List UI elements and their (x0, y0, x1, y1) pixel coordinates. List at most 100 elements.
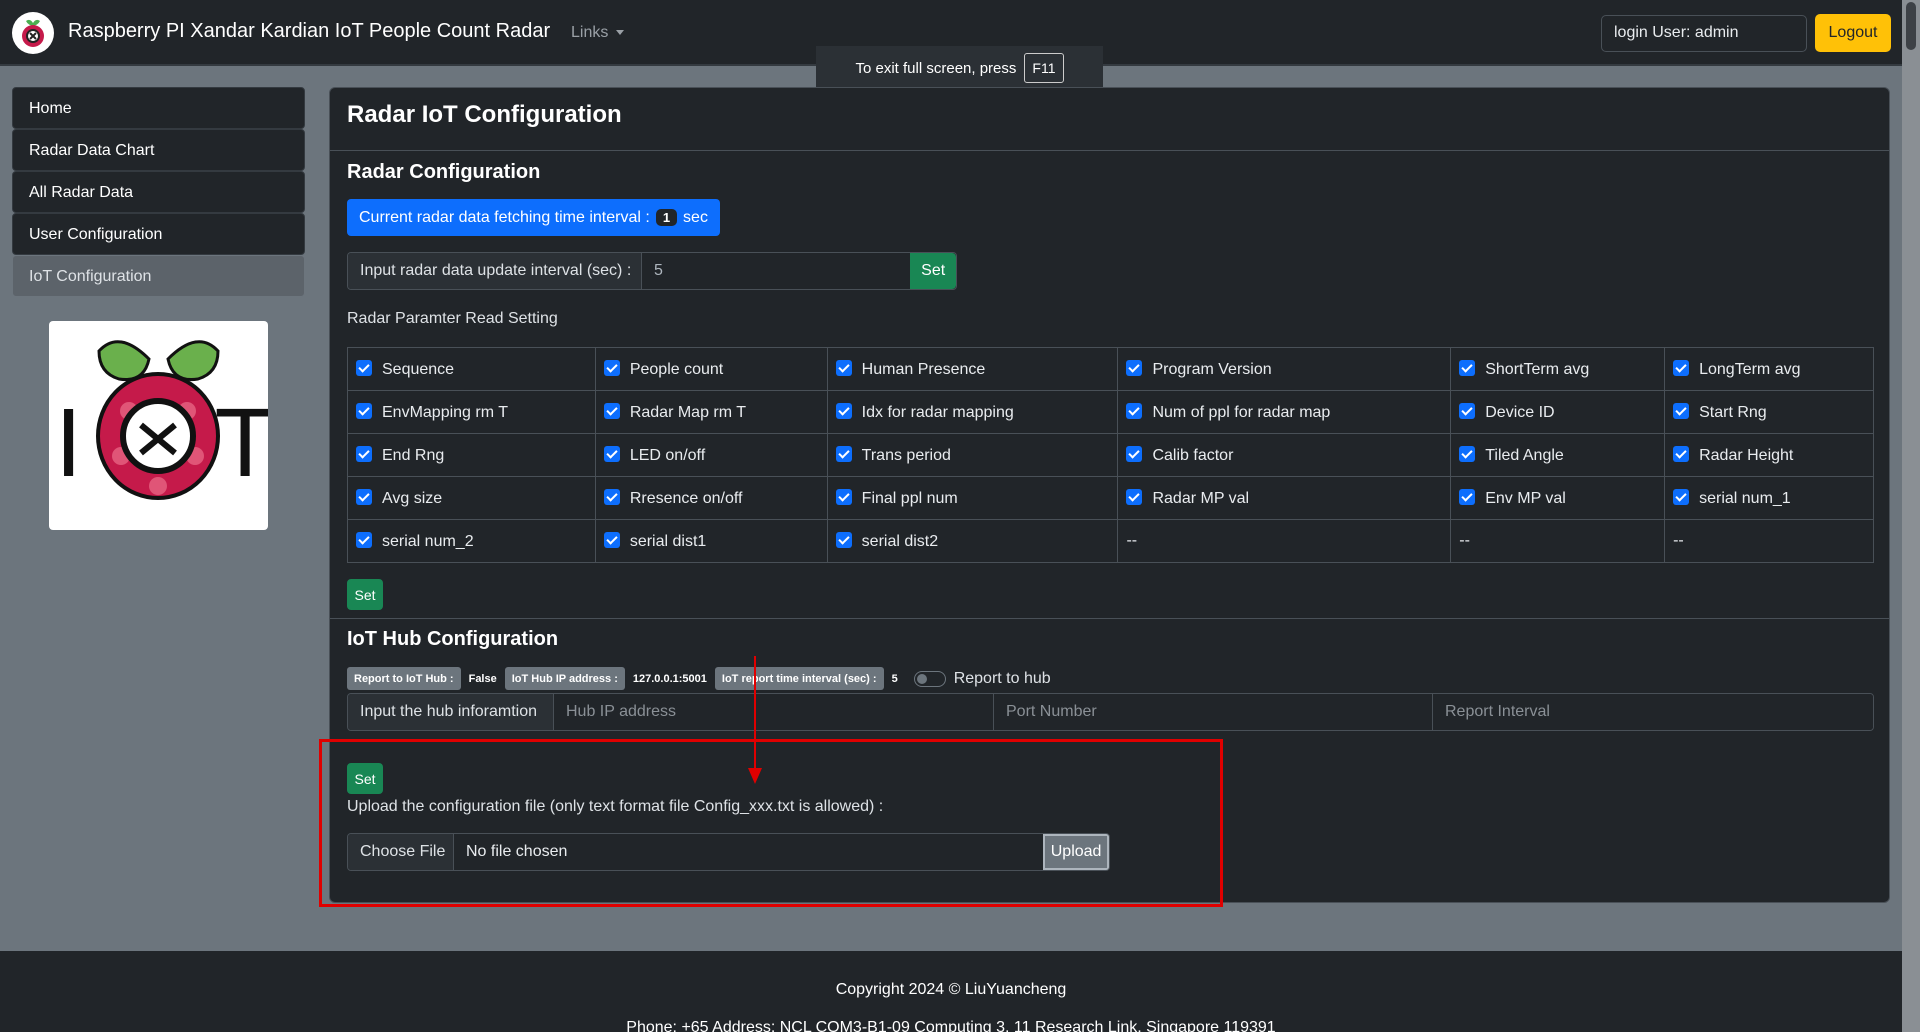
param-checkbox[interactable] (1126, 402, 1143, 419)
param-checkbox[interactable] (356, 531, 372, 548)
param-cell: Final ppl num (826, 476, 1119, 520)
param-label: Radar MP val (1152, 489, 1250, 507)
param-label: serial dist2 (861, 532, 939, 550)
hub-info-label: Input the hub inforamtion (348, 694, 554, 730)
param-cell: Idx for radar mapping (826, 390, 1119, 434)
param-checkbox[interactable] (603, 402, 620, 419)
sidebar-nav: Home Radar Data Chart All Radar Data Use… (12, 87, 305, 297)
param-cell: -- (1664, 519, 1874, 563)
param-label: Rresence on/off (629, 489, 743, 507)
port-number-input[interactable]: Port Number (994, 694, 1433, 730)
param-cell: -- (1450, 519, 1666, 563)
param-checkbox[interactable] (1673, 488, 1690, 505)
page-footer: Copyright 2024 © LiuYuancheng Phone: +65… (0, 951, 1902, 1032)
param-cell: Avg size (347, 476, 596, 520)
param-row: Sequence People count Human Presence Progra… (347, 347, 1874, 391)
param-cell: Env MP val (1450, 476, 1666, 520)
param-cell: Rresence on/off (594, 476, 828, 520)
param-label: People count (629, 360, 724, 378)
param-checkbox[interactable] (603, 488, 620, 505)
param-cell: serial dist2 (826, 519, 1119, 563)
param-cell: Radar Height (1664, 433, 1874, 477)
param-checkbox[interactable] (1126, 359, 1143, 376)
login-user-display: login User: admin (1601, 15, 1807, 52)
param-cell: Human Presence (826, 347, 1119, 391)
sidebar-item-all-radar-data[interactable]: All Radar Data (12, 171, 305, 213)
sidebar-item-user-configuration[interactable]: User Configuration (12, 213, 305, 255)
param-checkbox[interactable] (1126, 445, 1143, 462)
param-cell: Tiled Angle (1450, 433, 1666, 477)
report-to-hub-toggle-label: Report to hub (953, 669, 1051, 687)
radar-config-heading: Radar Configuration (347, 161, 541, 183)
sidebar-item-iot-configuration[interactable]: IoT Configuration (12, 255, 305, 297)
raspberry-logo-icon[interactable] (12, 12, 54, 54)
param-cell: serial num_1 (1664, 476, 1874, 520)
footer-contact: Phone: +65 Address: NCL COM3-B1-09 Compu… (626, 1019, 1276, 1032)
interval-value-badge: 1 (655, 209, 678, 226)
param-checkbox[interactable] (1673, 402, 1690, 419)
title-divider (330, 150, 1889, 151)
page-scrollbar[interactable] (1902, 0, 1920, 1032)
param-checkbox[interactable] (835, 488, 852, 505)
param-label: -- (1459, 532, 1470, 549)
links-dropdown[interactable]: Links (571, 24, 625, 42)
param-label: serial dist1 (629, 532, 707, 550)
param-label: serial num_2 (382, 532, 474, 550)
param-checkbox[interactable] (1673, 445, 1690, 462)
param-cell: EnvMapping rm T (347, 390, 596, 434)
param-checkbox[interactable] (1673, 359, 1690, 376)
param-cell: serial dist1 (594, 519, 828, 563)
param-checkbox[interactable] (356, 488, 372, 505)
report-to-hub-toggle[interactable] (913, 670, 946, 687)
param-cell: Radar MP val (1117, 476, 1452, 520)
param-label: Device ID (1485, 403, 1555, 421)
param-checkbox[interactable] (1459, 402, 1476, 419)
sidebar-item-radar-data-chart[interactable]: Radar Data Chart (12, 129, 305, 171)
update-interval-input[interactable]: 5 (642, 253, 911, 289)
update-interval-set-button[interactable]: Set (910, 253, 956, 289)
param-cell: Radar Map rm T (594, 390, 828, 434)
param-checkbox[interactable] (835, 359, 852, 376)
svg-text:T: T (216, 391, 268, 498)
param-checkbox[interactable] (356, 359, 372, 376)
scrollbar-thumb[interactable] (1906, 2, 1916, 50)
param-cell: Device ID (1450, 390, 1666, 434)
param-label: Idx for radar mapping (861, 403, 1014, 421)
param-label: Start Rng (1699, 403, 1767, 421)
hub-ip-value: 127.0.0.1:5001 (632, 672, 707, 685)
param-cell: serial num_2 (347, 519, 596, 563)
param-checkbox[interactable] (356, 445, 372, 462)
param-label: Sequence (382, 360, 455, 378)
report-interval-input[interactable]: Report Interval (1433, 694, 1873, 730)
param-checkbox[interactable] (603, 359, 620, 376)
fullscreen-hint-text: To exit full screen, press (855, 59, 1017, 77)
logout-button[interactable]: Logout (1815, 14, 1891, 52)
params-set-button[interactable]: Set (347, 579, 383, 610)
param-cell: People count (594, 347, 828, 391)
param-checkbox[interactable] (1126, 488, 1143, 505)
param-checkbox[interactable] (835, 402, 852, 419)
hub-ip-input[interactable]: Hub IP address (554, 694, 994, 730)
sidebar-item-home[interactable]: Home (12, 87, 305, 129)
param-cell: Num of ppl for radar map (1117, 390, 1452, 434)
param-checkbox[interactable] (1459, 488, 1476, 505)
caret-down-icon (616, 30, 625, 36)
param-label: Radar Map rm T (629, 403, 747, 421)
param-checkbox[interactable] (356, 402, 372, 419)
param-checkbox[interactable] (835, 445, 852, 462)
param-label: Env MP val (1485, 489, 1566, 507)
app-title[interactable]: Raspberry PI Xandar Kardian IoT People C… (68, 20, 550, 43)
param-checkbox[interactable] (603, 445, 620, 462)
param-checkbox[interactable] (1459, 359, 1476, 376)
param-cell: Calib factor (1117, 433, 1452, 477)
fullscreen-exit-hint: To exit full screen, press F11 (816, 46, 1103, 90)
param-cell: LED on/off (594, 433, 828, 477)
param-checkbox[interactable] (1459, 445, 1476, 462)
hub-ip-badge: IoT Hub IP address : (504, 667, 625, 690)
param-checkbox[interactable] (835, 531, 852, 548)
param-checkbox[interactable] (603, 531, 620, 548)
svg-text:I: I (55, 391, 82, 498)
param-label: LongTerm avg (1699, 360, 1801, 378)
param-label: -- (1126, 532, 1138, 549)
param-cell: Program Version (1117, 347, 1452, 391)
